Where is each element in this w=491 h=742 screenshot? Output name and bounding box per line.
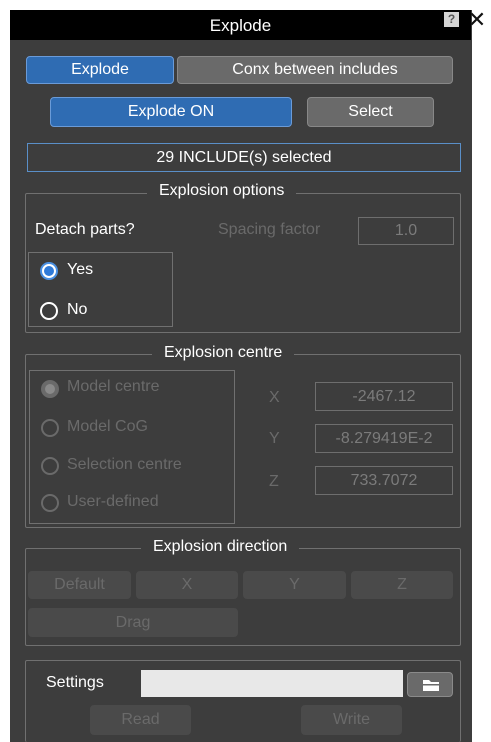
title-bar: Explode	[10, 10, 471, 40]
radio-yes-label: Yes	[67, 261, 94, 278]
radio-model-cog[interactable]	[41, 419, 59, 437]
direction-y-button[interactable]: Y	[243, 571, 346, 599]
explosion-centre-title: Explosion centre	[152, 344, 295, 362]
radio-selection-centre-label: Selection centre	[67, 456, 182, 473]
write-button[interactable]: Write	[301, 705, 402, 735]
select-button[interactable]: Select	[307, 97, 434, 127]
selection-status: 29 INCLUDE(s) selected	[27, 143, 461, 172]
radio-yes[interactable]	[40, 262, 58, 280]
spacing-factor-label: Spacing factor	[218, 221, 321, 238]
direction-drag-button[interactable]: Drag	[28, 608, 238, 637]
close-button[interactable]: ✕	[464, 8, 490, 32]
direction-default-button[interactable]: Default	[28, 571, 131, 599]
coord-y-input[interactable]: -8.279419E-2	[315, 424, 453, 453]
explode-on-button[interactable]: Explode ON	[50, 97, 292, 127]
spacing-factor-input[interactable]: 1.0	[358, 217, 454, 245]
tab-conx-between-includes[interactable]: Conx between includes	[177, 56, 453, 84]
coord-x-label: X	[269, 389, 280, 406]
radio-model-centre-label: Model centre	[67, 378, 160, 395]
browse-folder-button[interactable]	[407, 672, 453, 697]
coord-z-label: Z	[269, 473, 279, 490]
direction-z-button[interactable]: Z	[351, 571, 453, 599]
radio-user-defined-label: User-defined	[67, 493, 159, 510]
window-title: Explode	[209, 16, 272, 35]
radio-model-cog-label: Model CoG	[67, 418, 148, 435]
settings-label: Settings	[46, 674, 104, 691]
explosion-options-title: Explosion options	[147, 182, 297, 200]
read-button[interactable]: Read	[90, 705, 191, 735]
coord-z-input[interactable]: 733.7072	[315, 466, 453, 495]
radio-selection-centre[interactable]	[41, 457, 59, 475]
folder-icon	[423, 680, 439, 691]
radio-user-defined[interactable]	[41, 494, 59, 512]
tab-explode[interactable]: Explode	[26, 56, 174, 84]
radio-model-centre[interactable]	[41, 380, 59, 398]
coord-x-input[interactable]: -2467.12	[315, 382, 453, 411]
direction-x-button[interactable]: X	[136, 571, 238, 599]
help-button[interactable]: ?	[444, 12, 459, 27]
settings-file-input[interactable]	[141, 670, 403, 697]
explosion-direction-title: Explosion direction	[141, 538, 300, 556]
radio-no[interactable]	[40, 302, 58, 320]
coord-y-label: Y	[269, 430, 280, 447]
radio-no-label: No	[67, 301, 88, 318]
detach-parts-label: Detach parts?	[35, 221, 135, 238]
